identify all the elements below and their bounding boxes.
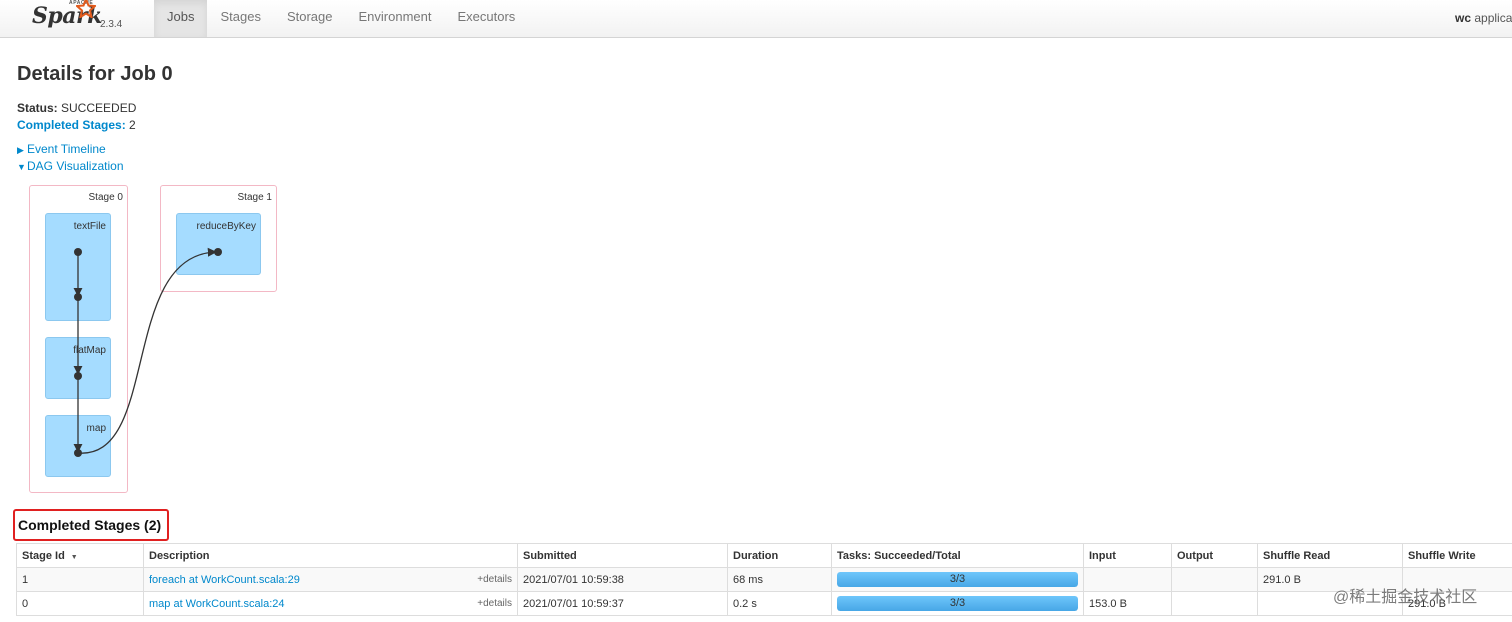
dag-visualization-label: DAG Visualization <box>27 159 124 173</box>
cell-duration: 0.2 s <box>727 591 832 616</box>
col-stage-id[interactable]: Stage Id ▼ <box>16 543 144 568</box>
event-timeline-label: Event Timeline <box>27 142 106 156</box>
cell-input: 153.0 B <box>1083 591 1172 616</box>
tab-storage[interactable]: Storage <box>274 0 346 37</box>
cell-input <box>1083 567 1172 592</box>
page-title: Details for Job 0 <box>17 63 173 85</box>
dag-visualization-toggle[interactable]: ▼DAG Visualization <box>17 159 124 173</box>
table-row: 1 foreach at WorkCount.scala:29 +details… <box>16 567 1512 592</box>
cell-output <box>1171 567 1258 592</box>
completed-stages-link[interactable]: Completed Stages: <box>17 118 126 132</box>
col-input[interactable]: Input <box>1083 543 1172 568</box>
watermark: @稀土掘金技术社区 <box>1333 589 1478 606</box>
caret-right-icon: ▶ <box>17 145 24 155</box>
stage-description-link[interactable]: map at WorkCount.scala:24 <box>149 598 285 610</box>
col-tasks[interactable]: Tasks: Succeeded/Total <box>831 543 1084 568</box>
status-label: Status: <box>17 101 58 115</box>
cell-tasks: 3/3 <box>831 567 1084 592</box>
details-toggle[interactable]: +details <box>477 598 512 609</box>
cell-stage-id: 0 <box>16 591 144 616</box>
cell-submitted: 2021/07/01 10:59:38 <box>517 567 728 592</box>
col-shuffle-read[interactable]: Shuffle Read <box>1257 543 1403 568</box>
rdd-reducebykey[interactable]: reduceByKey <box>176 213 261 275</box>
rdd-label: flatMap <box>73 345 106 356</box>
col-description[interactable]: Description <box>143 543 518 568</box>
cell-output <box>1171 591 1258 616</box>
sort-down-icon: ▼ <box>70 553 78 561</box>
col-duration[interactable]: Duration <box>727 543 832 568</box>
rdd-flatmap[interactable]: flatMap <box>45 337 111 399</box>
tab-executors[interactable]: Executors <box>444 0 528 37</box>
rdd-label: reduceByKey <box>196 221 256 232</box>
cell-tasks: 3/3 <box>831 591 1084 616</box>
tab-stages[interactable]: Stages <box>207 0 273 37</box>
rdd-map[interactable]: map <box>45 415 111 477</box>
spark-logo[interactable]: APACHE Spark 2.3.4 <box>32 0 152 38</box>
tasks-progress-bar: 3/3 <box>837 572 1078 587</box>
app-name-prefix: wc <box>1455 11 1472 25</box>
nav-tabs: Jobs Stages Storage Environment Executor… <box>154 0 528 37</box>
cell-stage-id: 1 <box>16 567 144 592</box>
event-timeline-toggle[interactable]: ▶ Event Timeline <box>17 142 106 156</box>
tab-environment[interactable]: Environment <box>346 0 445 37</box>
stage-label: Stage 0 <box>88 192 123 203</box>
cell-duration: 68 ms <box>727 567 832 592</box>
details-toggle[interactable]: +details <box>477 574 512 585</box>
cell-description: map at WorkCount.scala:24 +details <box>143 591 518 616</box>
tab-jobs[interactable]: Jobs <box>154 0 208 37</box>
rdd-textfile[interactable]: textFile <box>45 213 111 321</box>
stage-label: Stage 1 <box>237 192 272 203</box>
progress-text: 3/3 <box>949 573 966 585</box>
rdd-label: textFile <box>73 221 106 232</box>
navbar: APACHE Spark 2.3.4 Jobs Stages Storage E… <box>0 0 1512 38</box>
brand-version: 2.3.4 <box>100 19 123 30</box>
col-shuffle-write[interactable]: Shuffle Write <box>1402 543 1512 568</box>
app-name-suffix: applica <box>1474 11 1512 25</box>
col-output[interactable]: Output <box>1171 543 1258 568</box>
rdd-label: map <box>86 423 106 434</box>
stage-description-link[interactable]: foreach at WorkCount.scala:29 <box>149 574 300 586</box>
table-header-row: Stage Id ▼ Description Submitted Duration… <box>16 543 1512 568</box>
tasks-progress-bar: 3/3 <box>837 596 1078 611</box>
completed-stages-count: 2 <box>129 118 136 132</box>
col-submitted[interactable]: Submitted <box>517 543 728 568</box>
completed-stages-summary: Completed Stages: 2 <box>17 118 136 132</box>
caret-down-icon: ▼ <box>17 162 26 172</box>
cell-submitted: 2021/07/01 10:59:37 <box>517 591 728 616</box>
star-icon <box>76 0 96 18</box>
progress-text: 3/3 <box>949 597 966 609</box>
table-row: 0 map at WorkCount.scala:24 +details 202… <box>16 591 1512 616</box>
job-status: Status: SUCCEEDED <box>17 101 136 115</box>
status-value: SUCCEEDED <box>61 101 137 115</box>
app-name: wc applica <box>1455 11 1512 25</box>
completed-stages-table: Stage Id ▼ Description Submitted Duration… <box>16 543 1512 616</box>
completed-stages-heading[interactable]: Completed Stages (2) <box>13 509 169 541</box>
cell-description: foreach at WorkCount.scala:29 +details <box>143 567 518 592</box>
